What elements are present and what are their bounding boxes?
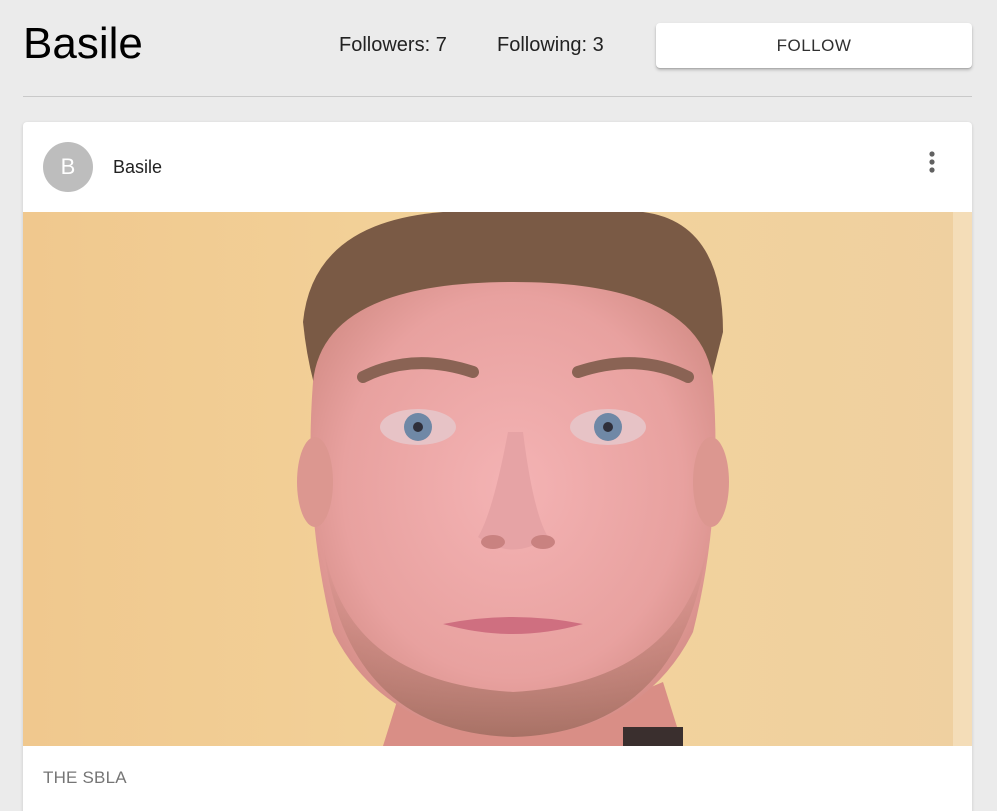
avatar[interactable]: B [43, 142, 93, 192]
profile-page: Basile Followers: 7 Following: 3 FOLLOW … [0, 0, 997, 811]
post-caption: THE SBLA [43, 768, 127, 787]
header-divider [23, 96, 972, 97]
more-vert-icon [929, 151, 935, 173]
post-header: B Basile [23, 122, 972, 212]
follow-button[interactable]: FOLLOW [656, 23, 972, 68]
profile-name-heading: Basile [23, 19, 143, 68]
portrait-photo [23, 212, 972, 746]
post-author-name[interactable]: Basile [113, 157, 162, 177]
post-card: B Basile THE SBLA [23, 122, 972, 811]
followers-count[interactable]: Followers: 7 [339, 33, 447, 57]
more-options-button[interactable] [914, 144, 950, 180]
following-count[interactable]: Following: 3 [497, 33, 604, 57]
post-image[interactable] [23, 212, 972, 746]
